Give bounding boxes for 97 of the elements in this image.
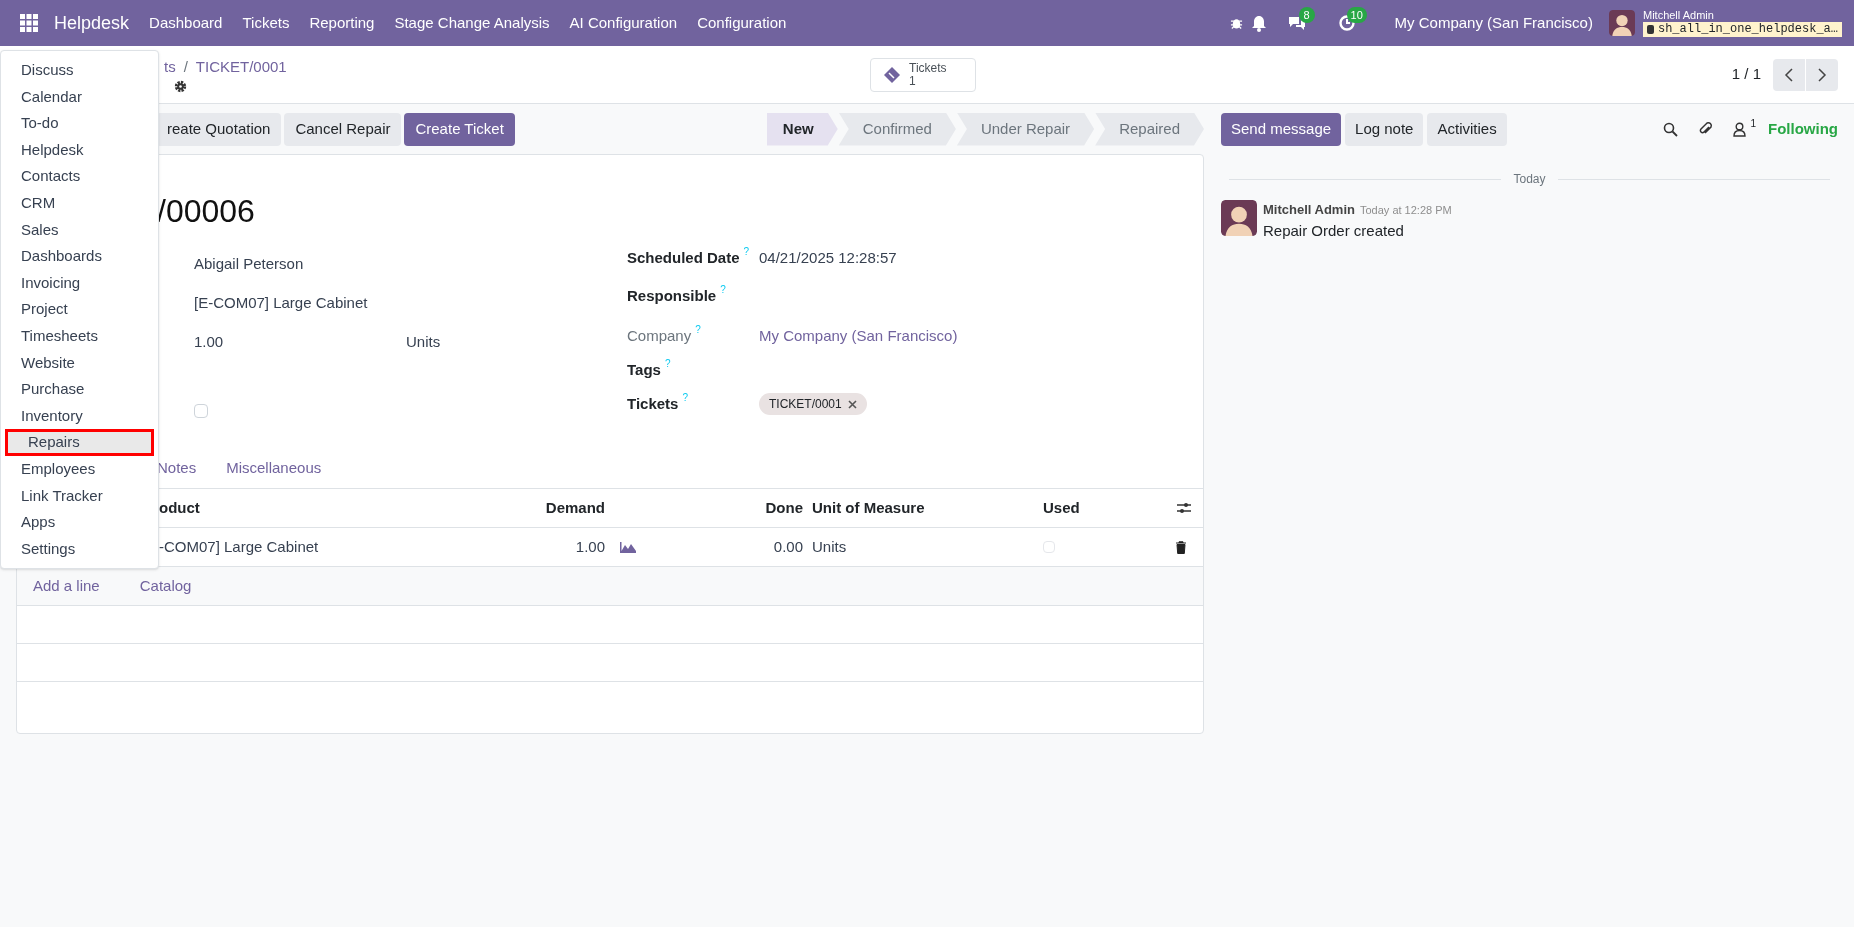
app-menu-item[interactable]: Timesheets [1,322,158,350]
app-menu-item[interactable]: Dashboards [1,243,158,270]
column-header[interactable]: Used [1043,496,1163,520]
app-menu-item[interactable]: Employees [1,455,158,483]
add-line-link[interactable]: Add a line [33,574,100,598]
field-label: Responsible [627,286,717,306]
column-header[interactable]: Demand [387,496,605,520]
date-separator: Today [1513,171,1546,188]
app-menu-item[interactable]: Website [1,349,158,377]
table-cell-text: Units [811,536,848,557]
app-menu-item[interactable]: Project [1,296,158,323]
action-button[interactable]: Create Ticket [404,112,515,146]
app-menu-item[interactable]: Purchase [1,376,158,403]
app-menu-item[interactable]: Inventory [1,402,158,430]
app-menu-item[interactable]: Invoicing [1,269,158,297]
app-name[interactable]: Helpdesk [54,9,130,37]
app-grid-icon[interactable] [20,14,38,32]
field-label: Scheduled Date [627,248,740,268]
app-menu-item[interactable]: Discuss [1,57,158,84]
message-author[interactable]: Mitchell Admin [1263,200,1355,220]
chatter-button[interactable]: Log note [1345,112,1424,146]
field-label: Tags [627,360,661,380]
search-icon[interactable] [1663,121,1679,137]
app-menu-item[interactable]: Contacts [1,163,158,190]
chevron-right-icon [1817,67,1827,82]
table-cell-text: -COM07] Large Cabinet [159,536,320,557]
forecast-chart-icon[interactable] [620,541,636,553]
follower-count: 1 [1750,116,1756,131]
activity-count-badge: 10 [1346,7,1367,23]
field-label: Tickets [627,394,679,414]
company-name[interactable]: My Company (San Francisco) [1394,11,1593,35]
nav-menu-item[interactable]: Stage Change Analysis [394,11,550,35]
field-value[interactable]: 04/21/2025 12:28:57 [759,247,897,270]
checkbox[interactable] [194,404,208,418]
paperclip-icon[interactable] [1698,121,1714,137]
company-link[interactable]: My Company (San Francisco) [759,325,958,348]
pager-value: 1 / 1 [1731,64,1761,85]
stage-button[interactable]: Repaired [1095,112,1204,146]
record-title: /00006 [157,192,256,231]
nav-menu-item[interactable]: Configuration [697,11,787,35]
quantity-value: 1.00 [194,332,225,352]
message-time: Today at 12:28 PM [1359,203,1452,218]
ticket-tag[interactable]: TICKET/0001 [759,393,867,415]
product-value[interactable]: [E-COM07] Large Cabinet [194,286,627,325]
app-menu-item[interactable]: Calendar [1,83,158,111]
unit-value[interactable]: Units [406,331,441,364]
column-header[interactable]: oduct [159,496,387,520]
avatar-icon [1221,200,1257,236]
previous-button[interactable] [1773,58,1805,91]
action-button[interactable]: Cancel Repair [284,112,402,146]
field-label: Company [627,326,692,346]
stage-button[interactable]: New [766,112,838,146]
chat-count-badge: 8 [1298,7,1315,23]
nav-menu-item[interactable]: Dashboard [149,11,223,35]
next-button[interactable] [1806,58,1838,91]
used-checkbox[interactable] [1043,541,1055,553]
close-icon [847,399,857,409]
table-cell-text: 0.00 [772,536,803,557]
chevron-left-icon [1784,67,1794,82]
ticket-icon [883,65,901,84]
column-header[interactable]: Done [605,496,803,520]
breadcrumb-link[interactable]: TICKET/0001 [195,55,287,79]
trash-icon[interactable] [1175,540,1187,554]
column-header[interactable]: Unit of Measure [803,496,1043,520]
database-icon [1646,25,1654,35]
nav-menu-item[interactable]: Reporting [309,11,375,35]
column-settings-icon[interactable] [1177,501,1191,515]
breadcrumb-link[interactable]: ts [164,55,176,79]
bug-icon[interactable] [1229,16,1243,30]
gear-icon[interactable] [174,80,187,94]
table-cell-text: 1.00 [574,536,605,557]
add-line-link[interactable]: Catalog [139,574,192,598]
stage-button[interactable]: Confirmed [838,112,956,146]
app-menu-item[interactable]: To-do [1,110,158,137]
message-body: Repair Order created [1263,220,1405,241]
database-name: sh_all_in_one_helpdesk_a… [1642,22,1842,38]
avatar-icon [1608,10,1635,36]
customer-value[interactable]: Abigail Peterson [194,247,627,286]
nav-menu-item[interactable]: Tickets [242,11,290,35]
app-menu-item[interactable]: CRM [1,189,158,217]
stage-button[interactable]: Under Repair [956,112,1095,146]
app-menu-item[interactable]: Link Tracker [1,482,158,510]
nav-menu-item[interactable]: AI Configuration [569,11,678,35]
bell-icon[interactable] [1250,14,1267,32]
action-button[interactable]: reate Quotation [156,112,282,146]
form-tab[interactable]: Miscellaneous [226,456,322,480]
chatter-button[interactable]: Send message [1221,112,1342,146]
app-menu-item[interactable]: Helpdesk [1,136,158,164]
app-menu-item[interactable]: Apps [1,509,158,536]
app-menu-item[interactable]: Sales [1,216,158,244]
tickets-smart-button[interactable]: Tickets 1 [870,57,976,92]
breadcrumb-separator: / [183,56,188,77]
app-menu-item[interactable]: Settings [1,535,158,563]
follower-icon[interactable] [1733,121,1747,137]
chatter-button[interactable]: Activities [1427,112,1507,146]
app-menu-item[interactable]: Repairs [5,429,154,456]
user-name[interactable]: Mitchell Admin [1642,8,1842,23]
